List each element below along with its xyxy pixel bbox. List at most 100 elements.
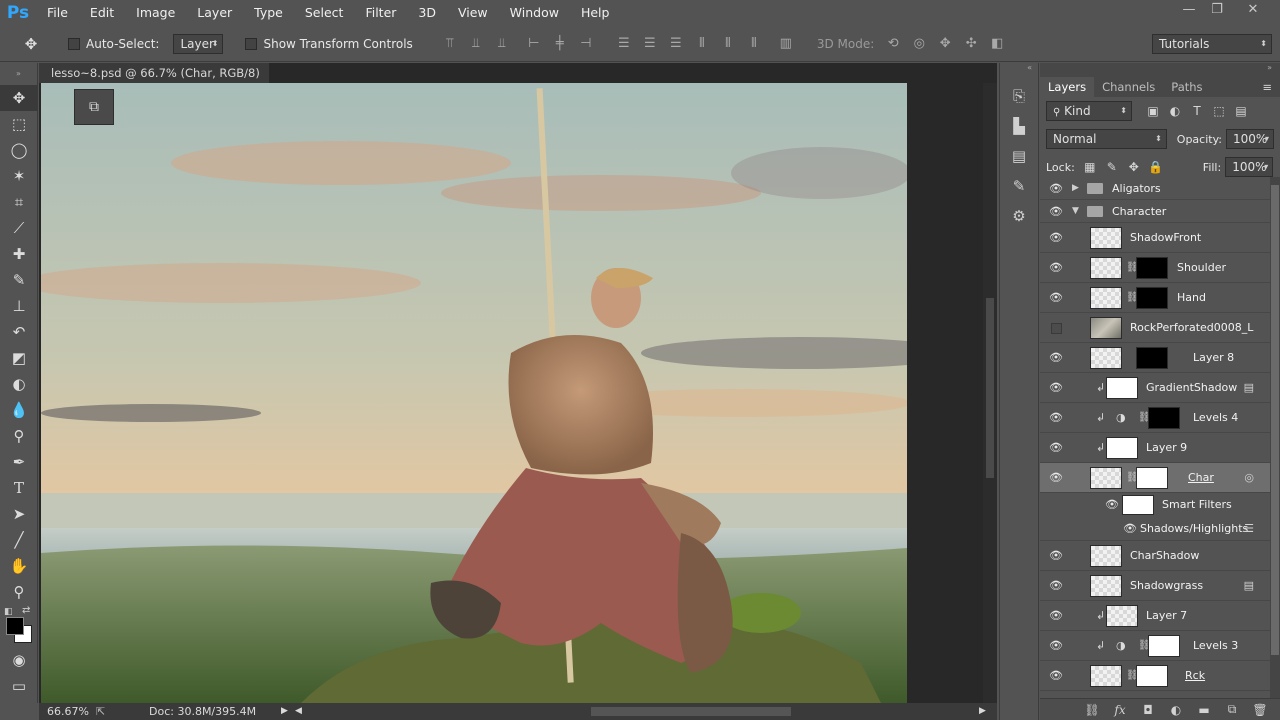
lock-all-icon[interactable]: 🔒 [1145,160,1167,174]
smart-filters-row[interactable]: 👁 Smart Filters [1040,493,1270,517]
opacity-field[interactable]: 100% ▾ [1226,129,1274,149]
marquee-tool-icon[interactable]: ⬚ [0,111,38,137]
properties-panel-icon[interactable]: ▤ [1000,141,1038,171]
panel-collapse-icon[interactable]: » [1040,63,1280,75]
layer-row-aligators[interactable]: 👁 ▶ Aligators [1040,177,1270,200]
menu-edit[interactable]: Edit [79,0,125,26]
distribute-right-icon[interactable]: ⦀ [743,33,765,55]
filter-smart-object-icon[interactable]: ▤ [1230,104,1252,118]
smart-filter-shadows-highlights[interactable]: 👁 Shadows/Highlights ☰ [1040,517,1270,541]
filter-shape-icon[interactable]: ⬚ [1208,104,1230,118]
clone-stamp-tool-icon[interactable]: ⊥ [0,293,38,319]
blend-mode-dropdown[interactable]: Normal ⬍ [1046,129,1167,149]
menu-filter[interactable]: Filter [354,0,407,26]
distribute-hcenter-icon[interactable]: ⦀ [717,33,739,55]
auto-align-icon[interactable]: ▥ [775,33,797,55]
filter-type-icon[interactable]: T [1186,104,1208,118]
zoom-level[interactable]: 66.67% [47,703,89,720]
lock-position-icon[interactable]: ✥ [1123,160,1145,174]
scroll-left-icon[interactable]: ◀ [295,703,302,720]
filter-adjustment-icon[interactable]: ◐ [1164,104,1186,118]
menu-window[interactable]: Window [499,0,570,26]
status-menu-arrow-icon[interactable]: ▶ [281,703,288,720]
tab-paths[interactable]: Paths [1163,77,1210,97]
layer-row-shoulder[interactable]: 👁 ⛓ Shoulder [1040,253,1270,283]
eye-icon[interactable]: 👁 [1048,343,1064,373]
layer-row-character[interactable]: 👁 ▼ Character [1040,200,1270,223]
clone-source-panel-icon[interactable]: ⚙ [1000,201,1038,231]
layer-row-rck[interactable]: 👁 ⛓ Rck [1040,661,1270,691]
eye-icon[interactable]: 👁 [1048,661,1064,691]
screen-mode-icon[interactable]: ▭ [0,673,38,699]
eye-icon[interactable]: 👁 [1048,253,1064,283]
distribute-top-icon[interactable]: ☰ [613,33,635,55]
layer-row-char[interactable]: 👁 ⛓ Char ◎ [1040,463,1270,493]
toolbar-collapse-icon[interactable]: » [0,63,37,85]
move-tool-icon[interactable]: ✥ [0,85,38,111]
menu-help[interactable]: Help [570,0,621,26]
menu-select[interactable]: Select [294,0,355,26]
scroll-right-icon[interactable]: ▶ [979,703,986,720]
filter-options-icon[interactable]: ☰ [1244,517,1254,541]
menu-type[interactable]: Type [243,0,294,26]
eyedropper-tool-icon[interactable]: ⟋ [0,215,38,241]
distribute-bottom-icon[interactable]: ☰ [665,33,687,55]
align-bottom-icon[interactable]: ⫫ [491,33,513,55]
lock-transparent-icon[interactable]: ▦ [1079,160,1101,174]
histogram-panel-icon[interactable]: ▙ [1000,111,1038,141]
eye-icon[interactable]: 👁 [1048,601,1064,631]
swap-colors-icon[interactable]: ⇄ [22,605,30,616]
eye-icon[interactable]: 👁 [1048,373,1064,403]
type-tool-icon[interactable]: T [0,475,38,501]
layers-scroll-thumb[interactable] [1271,185,1279,655]
move-tool-preset-icon[interactable]: ✥ [20,33,42,55]
eye-icon[interactable]: 👁 [1048,541,1064,571]
3d-orbit-icon[interactable]: ⟲ [882,33,904,55]
layer-row-layer-7[interactable]: 👁 ↲ Layer 7 [1040,601,1270,631]
eye-icon[interactable]: 👁 [1048,433,1064,463]
quick-mask-icon[interactable]: ◉ [0,647,38,673]
vertical-scroll-thumb[interactable] [986,298,994,478]
layer-row-charshadow[interactable]: 👁 CharShadow [1040,541,1270,571]
menu-file[interactable]: File [36,0,79,26]
auto-select-checkbox[interactable] [68,37,80,50]
layer-row-layer-8[interactable]: 👁 Layer 8 [1040,343,1270,373]
export-icon[interactable]: ⇱ [96,703,105,720]
menu-layer[interactable]: Layer [186,0,243,26]
add-mask-icon[interactable]: ◘ [1136,703,1160,717]
layer-row-gradientshadow[interactable]: 👁 ↲ GradientShadow ▤ [1040,373,1270,403]
history-brush-tool-icon[interactable]: ↶ [0,319,38,345]
eye-icon[interactable]: 👁 [1122,517,1138,541]
eye-icon[interactable]: 👁 [1048,223,1064,253]
floating-tool-panel-icon[interactable]: ⧉ [74,89,114,125]
distribute-vcenter-icon[interactable]: ☰ [639,33,661,55]
brush-tool-icon[interactable]: ✎ [0,267,38,293]
fill-field[interactable]: 100% ▾ [1225,157,1274,177]
auto-select-target-dropdown[interactable]: Layer ⬍ [173,33,224,54]
filter-kind-dropdown[interactable]: ⚲ Kind ⬍ [1046,101,1132,121]
document-tab[interactable]: lesso~8.psd @ 66.7% (Char, RGB/8) * ✕ [39,63,269,100]
layer-row-shadowfront[interactable]: 👁 ShadowFront [1040,223,1270,253]
layers-scrollbar[interactable] [1270,177,1280,698]
lock-pixels-icon[interactable]: ✎ [1101,160,1123,174]
panel-menu-icon[interactable]: ≡ [1254,77,1280,97]
layer-row-hand[interactable]: 👁 ⛓ Hand [1040,283,1270,313]
show-transform-checkbox[interactable] [245,37,258,50]
menu-3d[interactable]: 3D [407,0,447,26]
crop-tool-icon[interactable]: ⌗ [0,189,38,215]
delete-layer-icon[interactable]: 🗑 [1248,703,1272,717]
filter-pixel-icon[interactable]: ▣ [1142,104,1164,118]
3d-roll-icon[interactable]: ◎ [908,33,930,55]
eye-icon[interactable]: 👁 [1048,571,1064,601]
expand-arrow-icon[interactable]: ▶ [1072,177,1079,200]
layer-row-levels-3[interactable]: 👁 ↲ ◑ ⛓ Levels 3 [1040,631,1270,661]
line-tool-icon[interactable]: ╱ [0,527,38,553]
healing-brush-tool-icon[interactable]: ✚ [0,241,38,267]
lasso-tool-icon[interactable]: ◯ [0,137,38,163]
align-hcenter-icon[interactable]: ╪ [549,33,571,55]
path-selection-tool-icon[interactable]: ➤ [0,501,38,527]
blur-tool-icon[interactable]: 💧 [0,397,38,423]
collapse-arrow-icon[interactable]: ▼ [1072,200,1079,223]
eraser-tool-icon[interactable]: ◩ [0,345,38,371]
eye-icon[interactable]: 👁 [1048,463,1064,493]
